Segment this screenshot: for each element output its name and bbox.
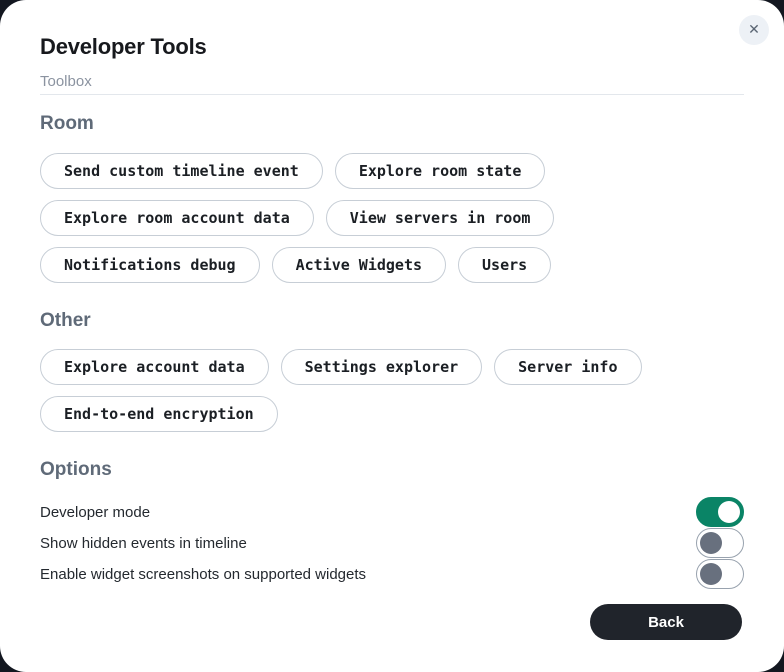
widget-screenshots-toggle[interactable] <box>696 559 744 589</box>
explore-room-state-button[interactable]: Explore room state <box>335 153 546 189</box>
option-row-widget-screenshots: Enable widget screenshots on supported w… <box>40 559 744 589</box>
options-list: Developer mode Show hidden events in tim… <box>40 497 744 589</box>
toggle-knob <box>700 563 722 585</box>
close-button[interactable]: ✕ <box>739 15 769 45</box>
developer-tools-dialog: ✕ Developer Tools Toolbox Room Send cust… <box>0 0 784 672</box>
header-divider <box>40 94 744 95</box>
end-to-end-encryption-button[interactable]: End-to-end encryption <box>40 396 278 432</box>
section-heading-options: Options <box>40 458 744 482</box>
explore-room-account-data-button[interactable]: Explore room account data <box>40 200 314 236</box>
section-heading-room: Room <box>40 112 744 136</box>
dialog-title: Developer Tools <box>40 34 744 60</box>
other-buttons: Explore account data Settings explorer S… <box>40 349 744 432</box>
option-row-show-hidden-events: Show hidden events in timeline <box>40 528 744 558</box>
settings-explorer-button[interactable]: Settings explorer <box>281 349 483 385</box>
users-button[interactable]: Users <box>458 247 551 283</box>
explore-account-data-button[interactable]: Explore account data <box>40 349 269 385</box>
back-button[interactable]: Back <box>590 604 742 640</box>
toggle-knob <box>700 532 722 554</box>
room-buttons: Send custom timeline event Explore room … <box>40 153 744 283</box>
view-servers-in-room-button[interactable]: View servers in room <box>326 200 555 236</box>
section-heading-other: Other <box>40 309 744 333</box>
notifications-debug-button[interactable]: Notifications debug <box>40 247 260 283</box>
dialog-subtitle: Toolbox <box>40 73 744 91</box>
close-icon: ✕ <box>748 22 760 38</box>
developer-mode-toggle[interactable] <box>696 497 744 527</box>
server-info-button[interactable]: Server info <box>494 349 641 385</box>
option-row-developer-mode: Developer mode <box>40 497 744 527</box>
toggle-knob <box>718 501 740 523</box>
show-hidden-events-label: Show hidden events in timeline <box>40 535 247 552</box>
widget-screenshots-label: Enable widget screenshots on supported w… <box>40 566 366 583</box>
active-widgets-button[interactable]: Active Widgets <box>272 247 446 283</box>
show-hidden-events-toggle[interactable] <box>696 528 744 558</box>
send-custom-timeline-event-button[interactable]: Send custom timeline event <box>40 153 323 189</box>
developer-mode-label: Developer mode <box>40 504 150 521</box>
